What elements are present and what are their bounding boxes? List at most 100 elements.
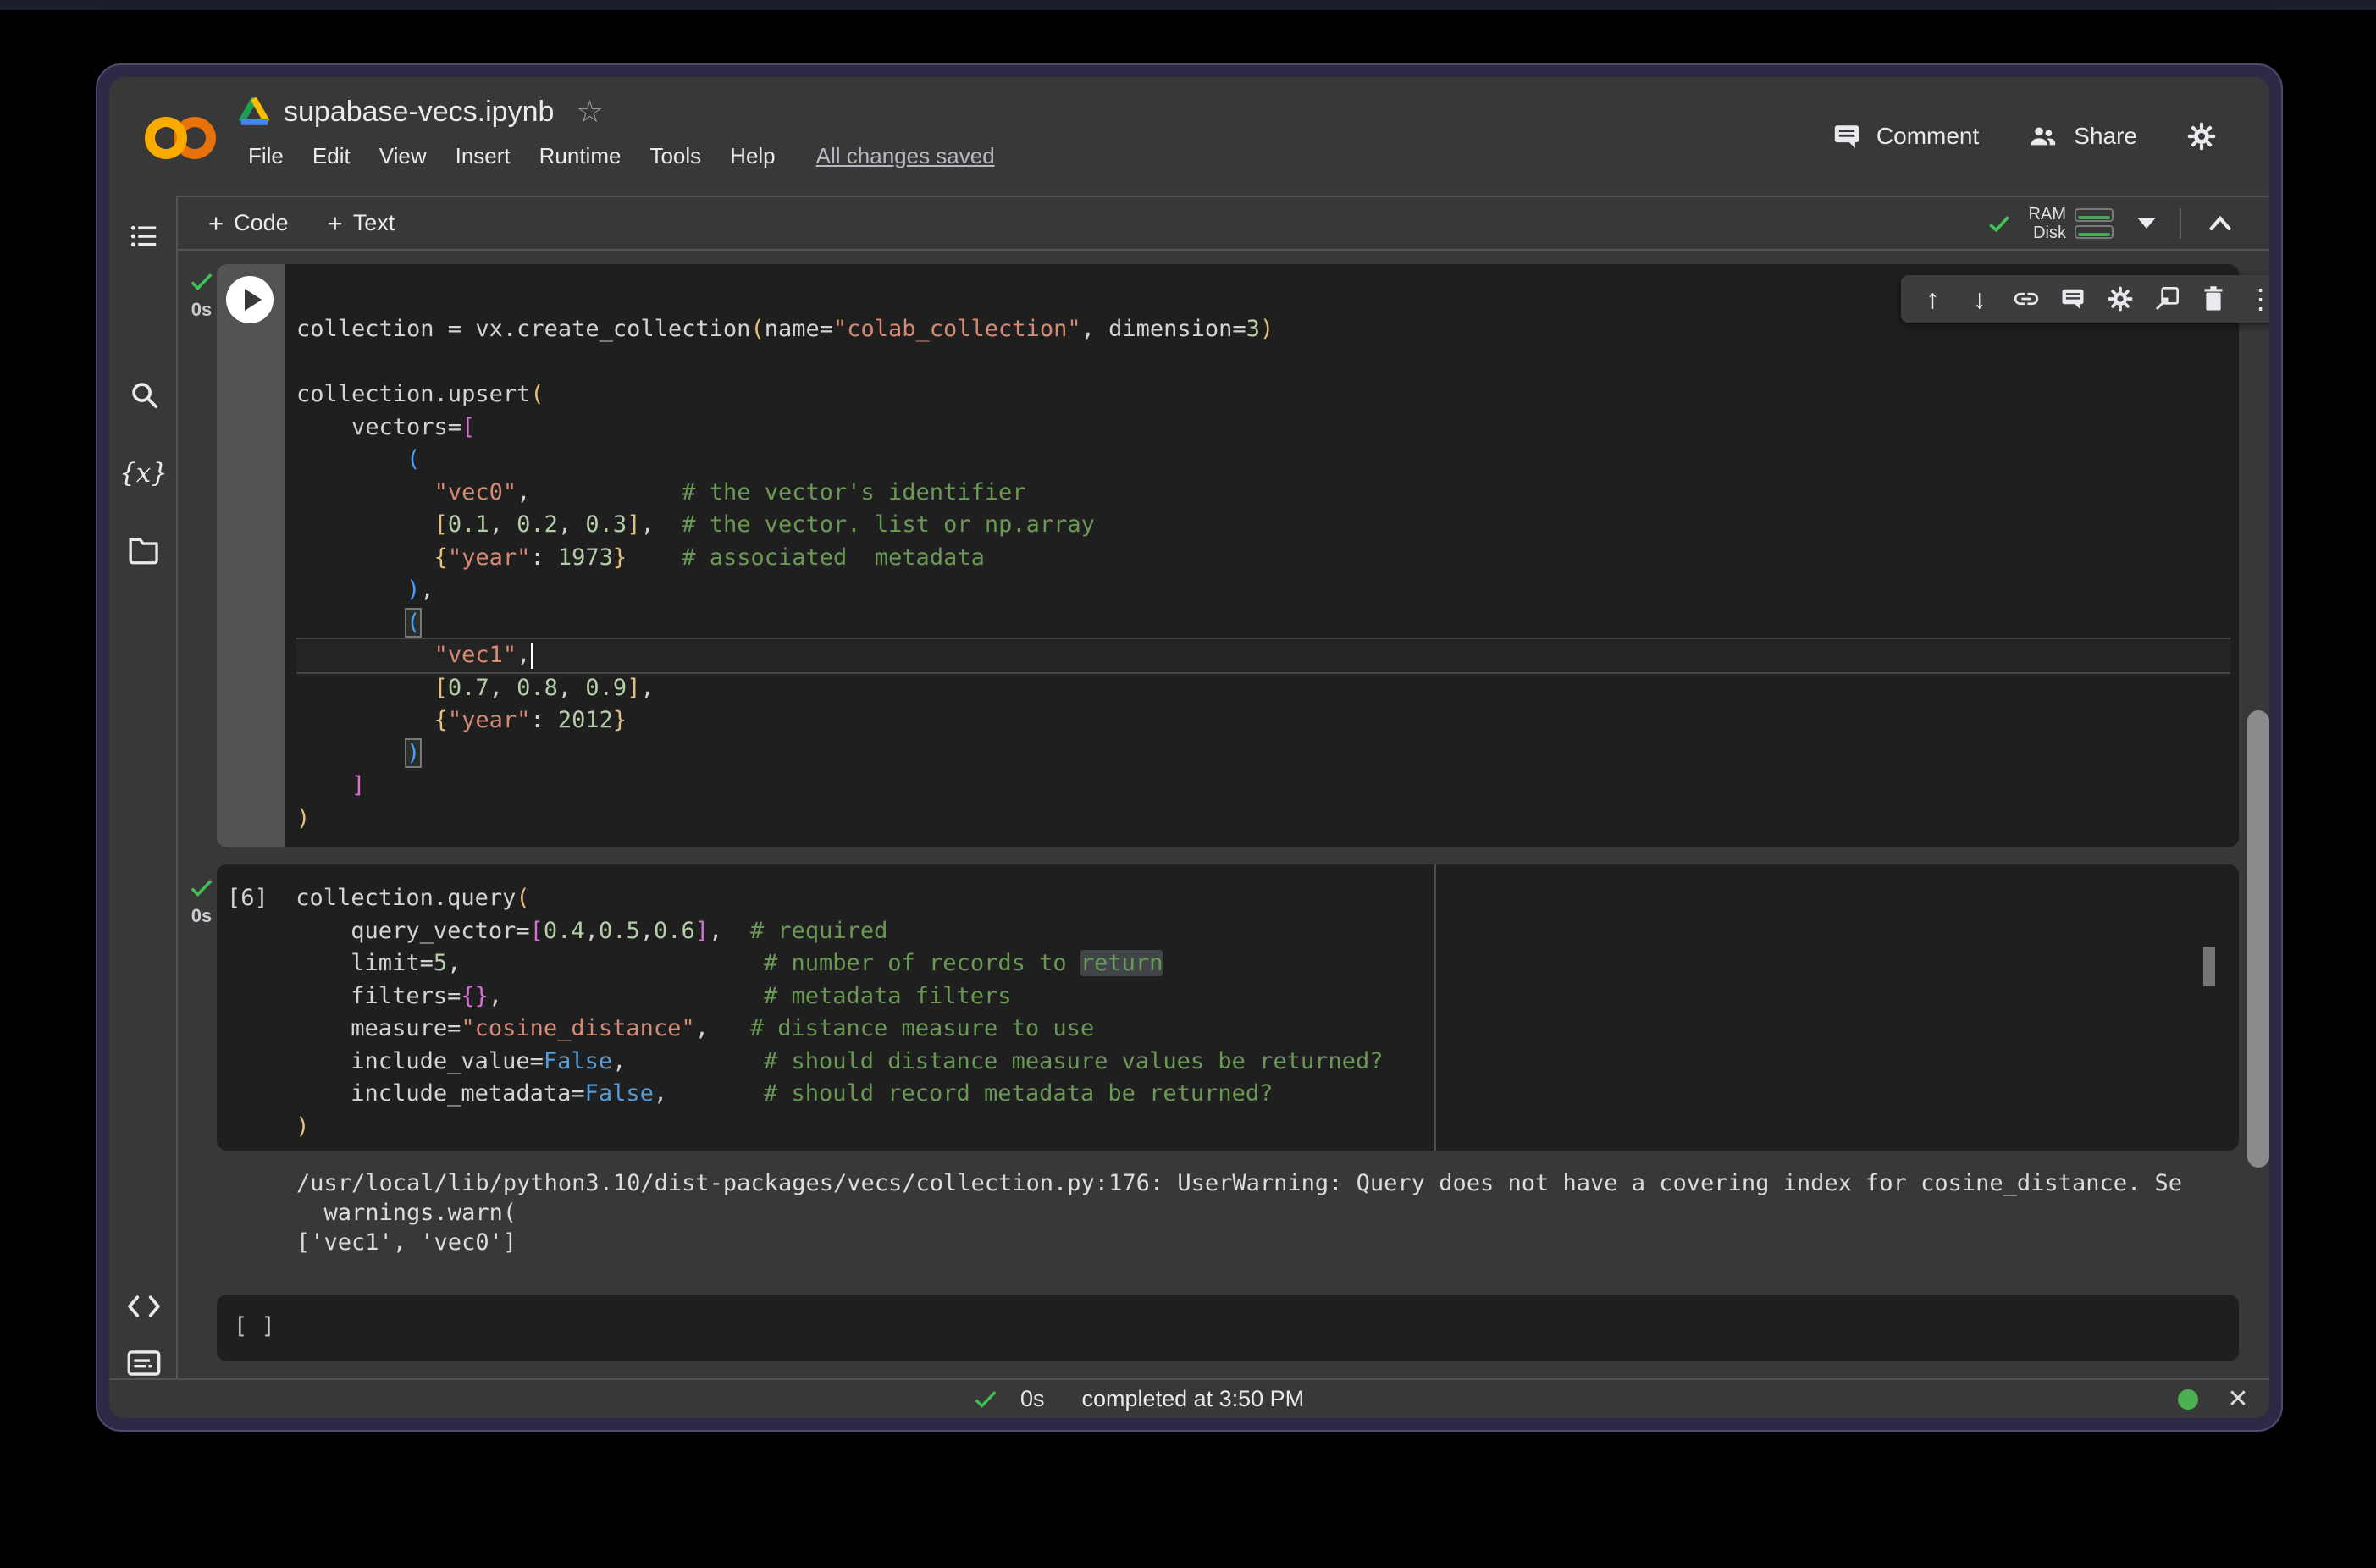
cell2-exec-time: 0s <box>185 905 218 927</box>
toolbar-divider <box>2180 208 2181 239</box>
code-line: filters={}, # metadata filters <box>227 980 2230 1013</box>
menu-file[interactable]: File <box>248 143 284 169</box>
cell1-code-editor[interactable]: collection = vx.create_collection(name="… <box>296 313 2230 842</box>
disk-label: Disk <box>2029 224 2066 242</box>
code-line: "vec0", # the vector's identifier <box>296 477 2230 510</box>
header: supabase-vecs.ipynb ☆ File Edit View Ins… <box>109 77 2269 196</box>
output-line: ['vec1', 'vec0'] <box>296 1228 2244 1257</box>
cell2-success-check-icon <box>189 877 214 899</box>
comment-icon <box>1832 122 1861 151</box>
code-line: include_metadata=False, # should record … <box>227 1078 2230 1111</box>
cell2-output: /usr/local/lib/python3.10/dist-packages/… <box>296 1168 2244 1270</box>
run-cell-button[interactable] <box>226 276 274 323</box>
code-line: {"year": 1973} # associated metadata <box>296 542 2230 575</box>
variables-icon[interactable]: {x} <box>109 458 178 489</box>
code-line: {"year": 2012} <box>296 704 2230 737</box>
share-label: Share <box>2074 123 2137 150</box>
add-comment-button[interactable] <box>2058 284 2088 314</box>
code-line: ] <box>296 770 2230 803</box>
comment-icon <box>2060 286 2086 312</box>
gear-icon <box>2186 121 2217 152</box>
output-line: warnings.warn( <box>296 1198 2244 1228</box>
notebook-scrollbar-thumb[interactable] <box>2247 710 2269 1168</box>
move-cell-up-button[interactable]: ↑ <box>1917 284 1948 314</box>
status-check-icon <box>973 1389 998 1411</box>
search-icon[interactable] <box>109 378 178 411</box>
header-actions: Comment Share <box>1783 121 2232 152</box>
menu-insert[interactable]: Insert <box>456 143 511 169</box>
add-text-button[interactable]: + Text <box>328 208 395 239</box>
notebook-scroll-area[interactable]: 0s collection = vx.create_collection(nam… <box>180 251 2269 1378</box>
code-line: ( <box>296 607 2230 640</box>
command-palette-icon[interactable] <box>109 1349 178 1378</box>
code-cell-2[interactable]: [6] collection.query( query_vector=[0.4,… <box>217 864 2239 1151</box>
ram-label: RAM <box>2029 205 2066 224</box>
title-block: supabase-vecs.ipynb ☆ File Edit View Ins… <box>238 92 995 169</box>
code-cell-3[interactable]: [ ] <box>217 1295 2239 1361</box>
cell2-code-editor[interactable]: [6] collection.query( query_vector=[0.4,… <box>227 882 2230 1146</box>
menu-edit[interactable]: Edit <box>312 143 351 169</box>
menu-runtime[interactable]: Runtime <box>539 143 622 169</box>
colab-app: supabase-vecs.ipynb ☆ File Edit View Ins… <box>109 77 2269 1418</box>
close-status-bar-button[interactable]: ✕ <box>2224 1384 2252 1414</box>
status-exec-time: 0s <box>1020 1386 1045 1412</box>
resources-button[interactable]: RAM Disk <box>2029 205 2066 242</box>
autosave-status[interactable]: All changes saved <box>816 143 995 169</box>
kebab-icon: ⋮ <box>2247 283 2269 315</box>
settings-button[interactable] <box>2186 121 2232 152</box>
resources-dropdown-icon[interactable] <box>2137 218 2156 229</box>
code-line: collection.upsert( <box>296 378 2230 411</box>
code-cell-1[interactable]: collection = vx.create_collection(name="… <box>217 264 2239 847</box>
star-icon[interactable]: ☆ <box>576 94 603 130</box>
execution-status-bar: 0s completed at 3:50 PM ✕ <box>109 1378 2269 1418</box>
arrow-up-icon: ↑ <box>1926 284 1939 315</box>
code-line <box>296 346 2230 379</box>
menu-view[interactable]: View <box>379 143 427 169</box>
column-ruler <box>1434 864 1436 1151</box>
comment-label: Comment <box>1876 123 1979 150</box>
collapse-header-chevron-icon[interactable] <box>2205 211 2235 236</box>
mirror-cell-in-tab-button[interactable] <box>2152 284 2182 314</box>
code-line: vectors=[ <box>296 411 2230 444</box>
code-line: measure="cosine_distance", # distance me… <box>227 1013 2230 1046</box>
files-icon[interactable] <box>109 536 178 565</box>
menu-tools[interactable]: Tools <box>649 143 701 169</box>
link-icon <box>2012 284 2041 313</box>
copy-link-to-cell-button[interactable] <box>2011 284 2042 314</box>
delete-cell-button[interactable] <box>2198 284 2229 314</box>
status-message: completed at 3:50 PM <box>1082 1386 1305 1412</box>
move-cell-down-button[interactable]: ↓ <box>1964 284 1995 314</box>
code-snippets-icon[interactable] <box>109 1293 178 1320</box>
more-cell-actions-button[interactable]: ⋮ <box>2246 284 2269 314</box>
menu-help[interactable]: Help <box>730 143 775 169</box>
table-of-contents-icon[interactable] <box>109 221 178 251</box>
cell1-gutter: 0s <box>185 271 218 321</box>
cell-toolbar: ↑ ↓ <box>1901 275 2269 323</box>
notebook-title[interactable]: supabase-vecs.ipynb <box>284 96 554 129</box>
cell-settings-button[interactable] <box>2105 284 2136 314</box>
resource-meters[interactable] <box>2075 207 2114 240</box>
code-line: [0.7, 0.8, 0.9], <box>296 672 2230 705</box>
code-line: ) <box>296 737 2230 770</box>
cell2-scrollbar-thumb[interactable] <box>2203 947 2215 986</box>
code-line: ) <box>296 803 2230 836</box>
browser-window: supabase-vecs.ipynb ☆ File Edit View Ins… <box>96 63 2283 1432</box>
code-line: limit=5, # number of records to return <box>227 947 2230 980</box>
code-line: ), <box>296 574 2230 607</box>
code-line: [0.1, 0.2, 0.3], # the vector. list or n… <box>296 509 2230 542</box>
cell1-run-strip <box>217 264 285 847</box>
code-line: include_value=False, # should distance m… <box>227 1046 2230 1079</box>
code-line: "vec1", <box>296 639 2230 672</box>
drive-icon <box>238 97 270 126</box>
cell1-exec-time: 0s <box>185 299 218 321</box>
code-line: ) <box>227 1111 2230 1144</box>
colab-logo-icon[interactable] <box>145 114 226 163</box>
add-code-button[interactable]: + Code <box>208 208 289 239</box>
add-text-label: Text <box>353 210 395 236</box>
comment-button[interactable]: Comment <box>1832 122 1979 151</box>
plus-icon: + <box>208 208 224 239</box>
share-button[interactable]: Share <box>2028 122 2137 151</box>
colab-logo-left-ring <box>145 117 187 159</box>
desktop-top-strip <box>0 0 2376 10</box>
left-sidebar: {x} <box>109 196 178 1378</box>
